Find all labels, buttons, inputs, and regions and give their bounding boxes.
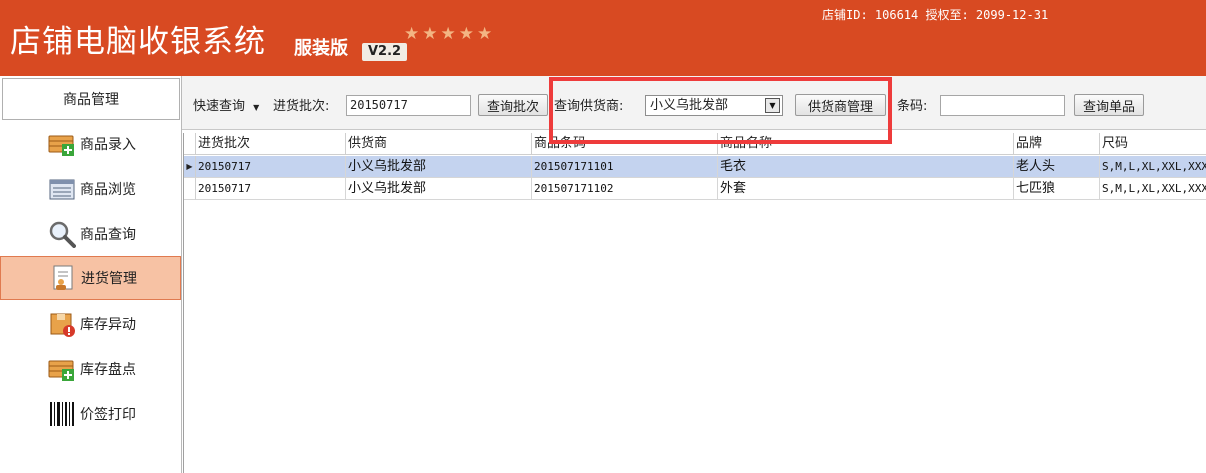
- store-info: 店铺ID: 106614 授权至: 2099-12-31: [822, 8, 1049, 22]
- sidebar-item-label: 进货管理: [81, 271, 137, 287]
- sidebar-item-label: 价签打印: [80, 407, 136, 423]
- column-header-barcode[interactable]: 商品条码: [532, 133, 718, 155]
- sidebar-item-label: 商品查询: [80, 227, 136, 243]
- barcode-icon: [50, 402, 74, 426]
- star-icon: ★: [422, 24, 438, 44]
- table-row[interactable]: ▶ 20150717 小义乌批发部 201507171101 毛衣 老人头 S,…: [184, 156, 1206, 178]
- supplier-select-value: 小义乌批发部: [650, 98, 729, 113]
- supplier-management-button[interactable]: 供货商管理: [795, 94, 886, 116]
- magnifier-icon: [49, 221, 76, 248]
- query-toolbar: 快速查询 ▼ 进货批次: 20150717 查询批次 查询供货商: 小义乌批发部…: [182, 76, 1206, 130]
- dropdown-arrow-icon[interactable]: ▼: [765, 98, 780, 113]
- star-icon: ★: [458, 24, 474, 44]
- caret-down-icon: ▼: [253, 103, 260, 112]
- quick-query-label: 快速查询: [193, 99, 246, 114]
- row-indicator: [184, 178, 196, 200]
- app-header: 店铺电脑收银系统 服装版 V2.2 ★ ★ ★ ★ ★ 店铺ID: 106614…: [0, 0, 1206, 76]
- sidebar-item-product-browse[interactable]: 商品浏览: [0, 167, 181, 211]
- table-cell[interactable]: S,M,L,XL,XXL,XXX: [1100, 156, 1206, 178]
- sidebar-item-product-query[interactable]: 商品查询: [0, 212, 181, 256]
- sidebar-item-price-tag-print[interactable]: 价签打印: [0, 392, 181, 436]
- sidebar-item-label: 库存异动: [80, 317, 136, 333]
- column-header-product-name[interactable]: 商品名称: [718, 133, 1014, 155]
- box-add-icon: [48, 360, 74, 381]
- table-cell[interactable]: 毛衣: [718, 156, 1014, 178]
- list-browse-icon: [49, 179, 75, 200]
- star-icon: ★: [477, 24, 493, 44]
- table-cell[interactable]: 20150717: [196, 178, 346, 200]
- app-edition: 服装版: [294, 38, 348, 59]
- supplier-label: 查询供货商:: [554, 99, 624, 114]
- table-cell[interactable]: 小义乌批发部: [346, 178, 532, 200]
- row-header-corner: [184, 133, 196, 155]
- table-cell[interactable]: 201507171102: [532, 178, 718, 200]
- barcode-input[interactable]: [940, 95, 1065, 116]
- sidebar-item-purchase-management[interactable]: 进货管理: [0, 256, 181, 300]
- table-cell[interactable]: 小义乌批发部: [346, 156, 532, 178]
- query-item-button[interactable]: 查询单品: [1074, 94, 1144, 116]
- box-add-icon: [48, 135, 74, 156]
- app-title: 店铺电脑收银系统: [10, 24, 266, 60]
- supplier-select[interactable]: 小义乌批发部 ▼: [645, 95, 783, 116]
- sidebar-title[interactable]: 商品管理: [2, 78, 180, 120]
- table-cell[interactable]: S,M,L,XL,XXL,XXX: [1100, 178, 1206, 200]
- column-header-batch[interactable]: 进货批次: [196, 133, 346, 155]
- table-cell[interactable]: 七匹狼: [1014, 178, 1100, 200]
- column-header-brand[interactable]: 品牌: [1014, 133, 1100, 155]
- table-cell[interactable]: 20150717: [196, 156, 346, 178]
- sidebar-item-product-entry[interactable]: 商品录入: [0, 122, 181, 166]
- batch-input[interactable]: 20150717: [346, 95, 471, 116]
- quick-query-menu[interactable]: 快速查询 ▼: [193, 99, 259, 116]
- document-user-icon: [53, 265, 73, 290]
- sidebar: 商品管理 商品录入 商品浏览 商品查询 进货管理 库存异动 库存盘点 价签打印: [0, 76, 182, 473]
- sidebar-item-stock-count[interactable]: 库存盘点: [0, 347, 181, 391]
- version-badge: V2.2: [362, 43, 408, 61]
- sidebar-item-label: 商品浏览: [80, 182, 136, 198]
- query-batch-button[interactable]: 查询批次: [478, 94, 548, 116]
- rating-stars: ★ ★ ★ ★ ★: [404, 25, 492, 43]
- table-cell[interactable]: 201507171101: [532, 156, 718, 178]
- column-header-supplier[interactable]: 供货商: [346, 133, 532, 155]
- app-window: 店铺电脑收银系统 服装版 V2.2 ★ ★ ★ ★ ★ 店铺ID: 106614…: [0, 0, 1206, 473]
- table-cell[interactable]: 外套: [718, 178, 1014, 200]
- sidebar-item-label: 商品录入: [80, 137, 136, 153]
- star-icon: ★: [440, 24, 456, 44]
- barcode-label: 条码:: [897, 99, 928, 114]
- sidebar-item-label: 库存盘点: [80, 362, 136, 378]
- row-pointer-icon: ▶: [184, 156, 196, 178]
- box-alert-icon: [50, 313, 75, 337]
- batch-label: 进货批次:: [273, 99, 330, 114]
- sidebar-item-stock-change[interactable]: 库存异动: [0, 302, 181, 346]
- table-row[interactable]: 20150717 小义乌批发部 201507171102 外套 七匹狼 S,M,…: [184, 178, 1206, 200]
- column-header-size[interactable]: 尺码: [1100, 133, 1206, 155]
- star-icon: ★: [404, 24, 420, 44]
- table-cell[interactable]: 老人头: [1014, 156, 1100, 178]
- purchase-grid: 进货批次 供货商 商品条码 商品名称 品牌 尺码 ▶ 20150717 小义乌批…: [183, 133, 1206, 473]
